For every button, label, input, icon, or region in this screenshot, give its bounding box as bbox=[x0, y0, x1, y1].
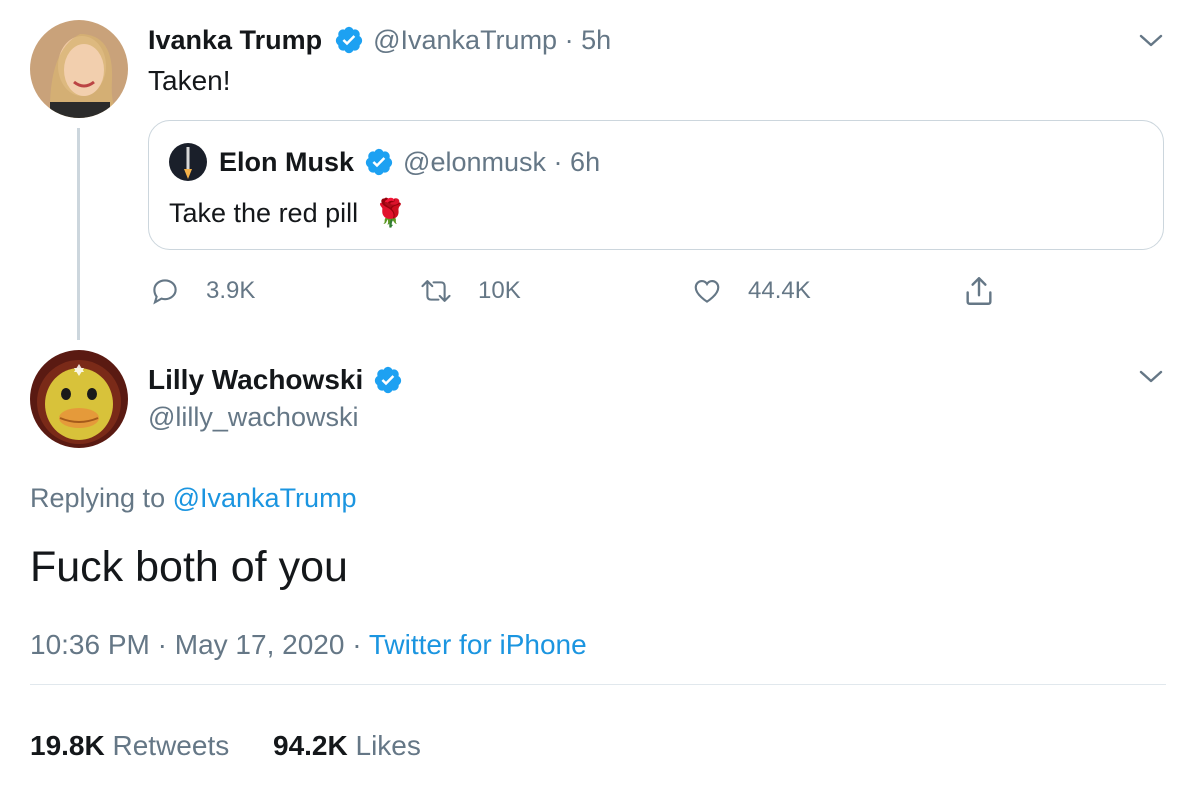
tweet-metadata: 10:36 PM · May 17, 2020 · Twitter for iP… bbox=[30, 627, 587, 663]
author-name[interactable]: Lilly Wachowski bbox=[148, 364, 363, 395]
quoted-text: Take the red pill bbox=[169, 198, 359, 228]
tweet-time[interactable]: 5h bbox=[581, 25, 611, 55]
replying-to-handle-link[interactable]: @IvankaTrump bbox=[173, 483, 357, 513]
rose-emoji: 🌹 bbox=[373, 198, 408, 228]
like-count: 44.4K bbox=[748, 277, 811, 304]
ivanka-header: Ivanka Trump @IvankaTrump · 5h bbox=[148, 22, 611, 58]
reply-action[interactable]: 3.9K bbox=[150, 276, 255, 306]
verified-badge-icon bbox=[374, 366, 402, 393]
likes-count: 94.2K bbox=[273, 730, 348, 761]
separator-dot: · bbox=[553, 147, 563, 177]
author-name-line: Lilly Wachowski bbox=[148, 362, 403, 398]
reply-icon bbox=[153, 279, 177, 305]
tweet-text: Taken! bbox=[148, 65, 231, 96]
quoted-tweet-card[interactable]: Elon Musk @elonmusk · 6h Take the red pi… bbox=[148, 120, 1164, 250]
replying-to-label: Replying to bbox=[30, 483, 166, 513]
quoted-handle[interactable]: @elonmusk bbox=[403, 147, 546, 177]
author-name[interactable]: Ivanka Trump bbox=[148, 25, 322, 55]
heart-icon bbox=[694, 279, 720, 303]
quoted-author-name[interactable]: Elon Musk bbox=[219, 147, 354, 177]
like-action[interactable]: 44.4K bbox=[692, 276, 811, 306]
retweets-stat[interactable]: 19.8K Retweets bbox=[30, 730, 237, 761]
separator-dot: · bbox=[564, 25, 574, 55]
retweet-action[interactable]: 10K bbox=[420, 276, 521, 306]
author-handle[interactable]: @lilly_wachowski bbox=[148, 400, 358, 434]
verified-badge-icon bbox=[365, 148, 392, 175]
quoted-header: Elon Musk @elonmusk · 6h bbox=[219, 145, 600, 179]
quoted-text-line: Take the red pill 🌹 bbox=[169, 195, 407, 231]
thread-connector-line bbox=[77, 128, 80, 340]
chevron-down-icon[interactable] bbox=[1138, 30, 1164, 50]
retweet-count: 10K bbox=[478, 277, 521, 304]
quoted-time[interactable]: 6h bbox=[570, 147, 600, 177]
divider bbox=[30, 684, 1166, 685]
retweet-icon bbox=[421, 280, 451, 302]
replying-to: Replying to @IvankaTrump bbox=[30, 480, 357, 516]
engagement-stats: 19.8K Retweets 94.2K Likes bbox=[30, 728, 421, 764]
lilly-avatar[interactable] bbox=[30, 350, 128, 448]
retweets-count: 19.8K bbox=[30, 730, 105, 761]
tweet-text: Fuck both of you bbox=[30, 543, 348, 591]
verified-badge-icon bbox=[335, 26, 362, 53]
elon-avatar[interactable] bbox=[169, 143, 207, 181]
separator-dot: · bbox=[157, 629, 167, 660]
likes-label: Likes bbox=[355, 730, 421, 761]
retweets-label: Retweets bbox=[112, 730, 230, 761]
separator-dot: · bbox=[352, 629, 362, 660]
reply-count: 3.9K bbox=[206, 277, 256, 304]
share-icon[interactable] bbox=[962, 274, 996, 308]
author-handle[interactable]: @IvankaTrump bbox=[373, 25, 557, 55]
tweet-time[interactable]: 10:36 PM bbox=[30, 629, 150, 660]
ivanka-avatar[interactable] bbox=[30, 20, 128, 118]
tweet-source-link[interactable]: Twitter for iPhone bbox=[369, 629, 587, 660]
chevron-down-icon[interactable] bbox=[1138, 366, 1164, 386]
likes-stat[interactable]: 94.2K Likes bbox=[273, 730, 421, 761]
tweet-date[interactable]: May 17, 2020 bbox=[175, 629, 345, 660]
